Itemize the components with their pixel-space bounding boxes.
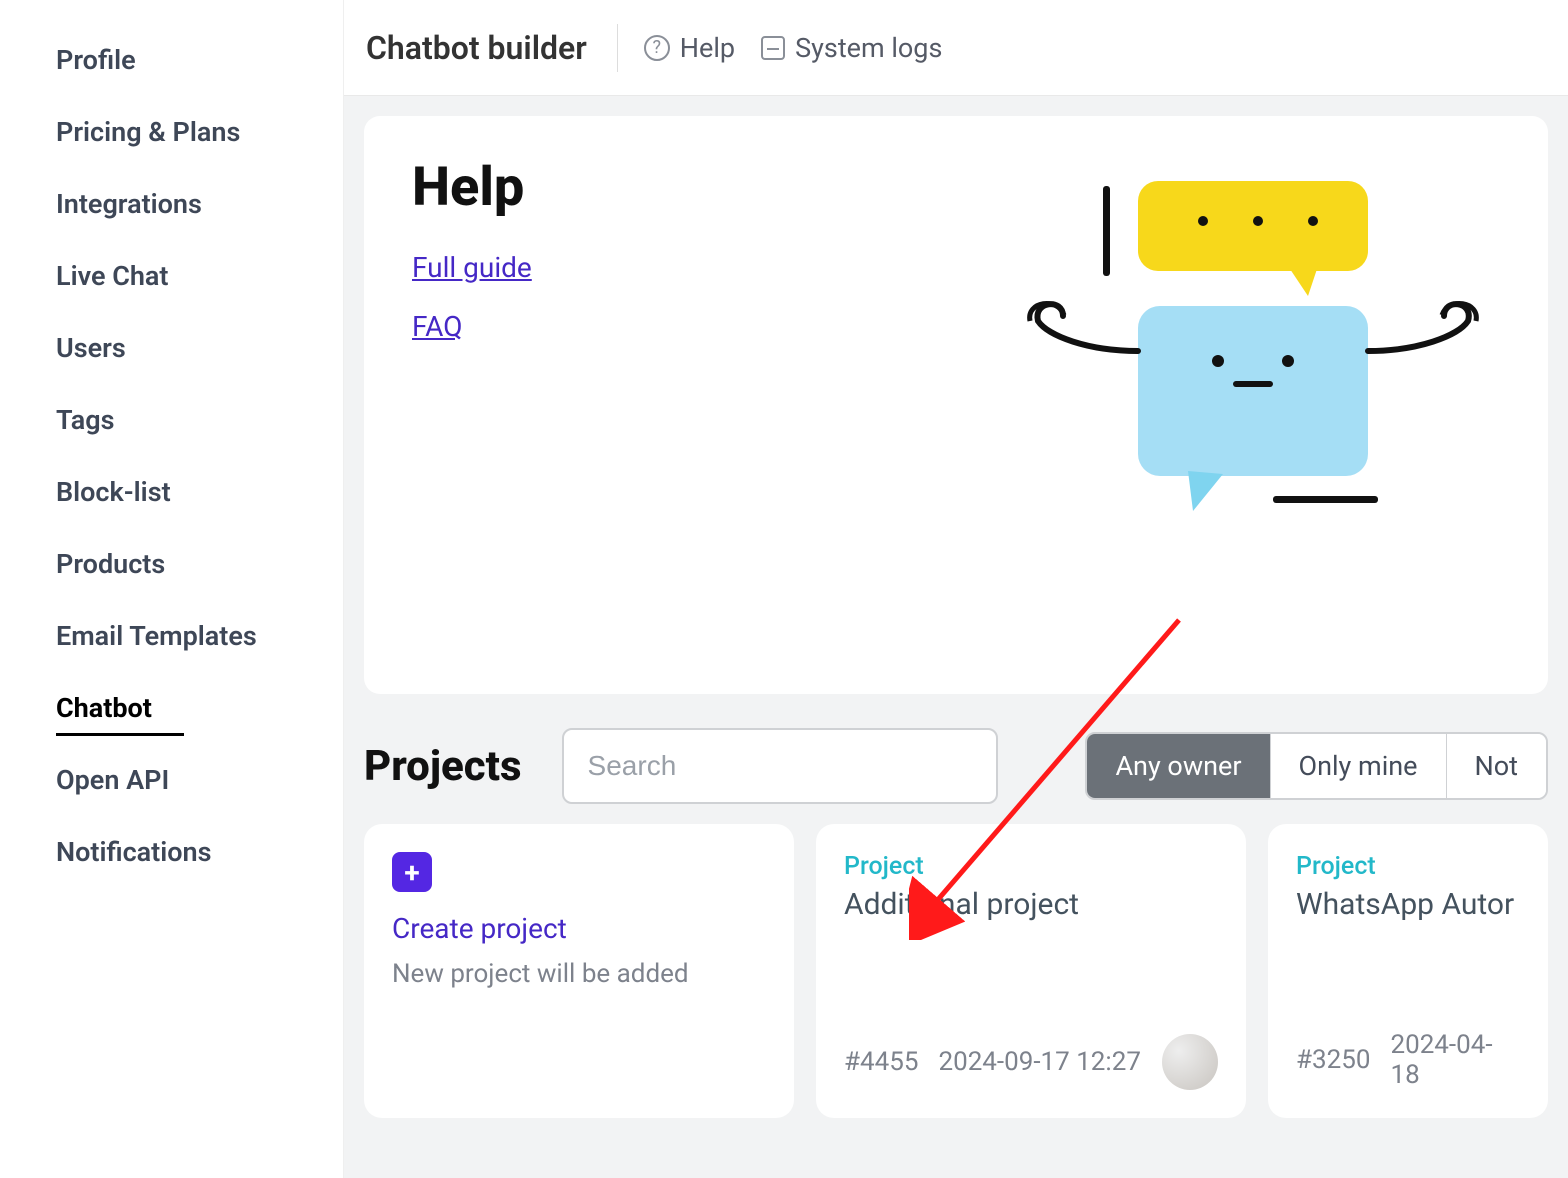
sidebar-item-products[interactable]: Products (56, 528, 343, 600)
topbar-logs-label: System logs (795, 32, 942, 64)
avatar (1162, 1034, 1218, 1090)
page-title: Chatbot builder (366, 24, 618, 72)
project-label: Project (1296, 852, 1520, 881)
create-project-card[interactable]: + Create project New project will be add… (364, 824, 794, 1118)
help-card: Help Full guide FAQ (364, 116, 1548, 694)
help-icon: ? (644, 35, 670, 61)
create-project-title: Create project (392, 912, 766, 945)
project-footer: #3250 2024-04-18 (1296, 1030, 1520, 1090)
project-id: #4455 (844, 1047, 918, 1077)
project-date: 2024-04-18 (1390, 1030, 1520, 1090)
project-name: WhatsApp Autor (1296, 887, 1520, 922)
sidebar-item-block-list[interactable]: Block-list (56, 456, 343, 528)
filter-any-owner[interactable]: Any owner (1087, 734, 1270, 798)
sidebar-item-chatbot[interactable]: Chatbot (56, 672, 343, 744)
system-logs-icon (761, 36, 785, 60)
projects-bar: Projects Any owner Only mine Not (364, 728, 1548, 804)
help-illustration (1008, 166, 1508, 526)
topbar-system-logs-link[interactable]: System logs (761, 32, 942, 64)
sidebar-item-email-templates[interactable]: Email Templates (56, 600, 343, 672)
sidebar-item-integrations[interactable]: Integrations (56, 168, 343, 240)
projects-title: Projects (364, 742, 522, 791)
project-name: Additional project (844, 887, 1218, 922)
sidebar-item-open-api[interactable]: Open API (56, 744, 343, 816)
owner-filter-group: Any owner Only mine Not (1085, 732, 1548, 800)
project-label: Project (844, 852, 1218, 881)
project-id: #3250 (1296, 1045, 1370, 1075)
project-footer: #4455 2024-09-17 12:27 (844, 1034, 1218, 1090)
sidebar: Profile Pricing & Plans Integrations Liv… (0, 0, 344, 1178)
filter-not[interactable]: Not (1447, 734, 1547, 798)
project-card[interactable]: Project Additional project #4455 2024-09… (816, 824, 1246, 1118)
project-date: 2024-09-17 12:27 (938, 1047, 1140, 1077)
sidebar-item-live-chat[interactable]: Live Chat (56, 240, 343, 312)
projects-search-input[interactable] (562, 728, 998, 804)
topbar-help-link[interactable]: ? Help (644, 32, 735, 64)
topbar: Chatbot builder ? Help System logs (344, 0, 1568, 96)
main-content: Chatbot builder ? Help System logs Help … (344, 0, 1568, 1178)
sidebar-item-profile[interactable]: Profile (56, 24, 343, 96)
create-project-subtitle: New project will be added (392, 959, 766, 989)
sidebar-item-notifications[interactable]: Notifications (56, 816, 343, 888)
project-card[interactable]: Project WhatsApp Autor #3250 2024-04-18 (1268, 824, 1548, 1118)
projects-cards-row: + Create project New project will be add… (364, 824, 1548, 1118)
plus-icon: + (392, 852, 432, 892)
sidebar-item-tags[interactable]: Tags (56, 384, 343, 456)
filter-only-mine[interactable]: Only mine (1271, 734, 1447, 798)
sidebar-item-users[interactable]: Users (56, 312, 343, 384)
topbar-help-label: Help (680, 32, 735, 64)
sidebar-item-pricing-plans[interactable]: Pricing & Plans (56, 96, 343, 168)
